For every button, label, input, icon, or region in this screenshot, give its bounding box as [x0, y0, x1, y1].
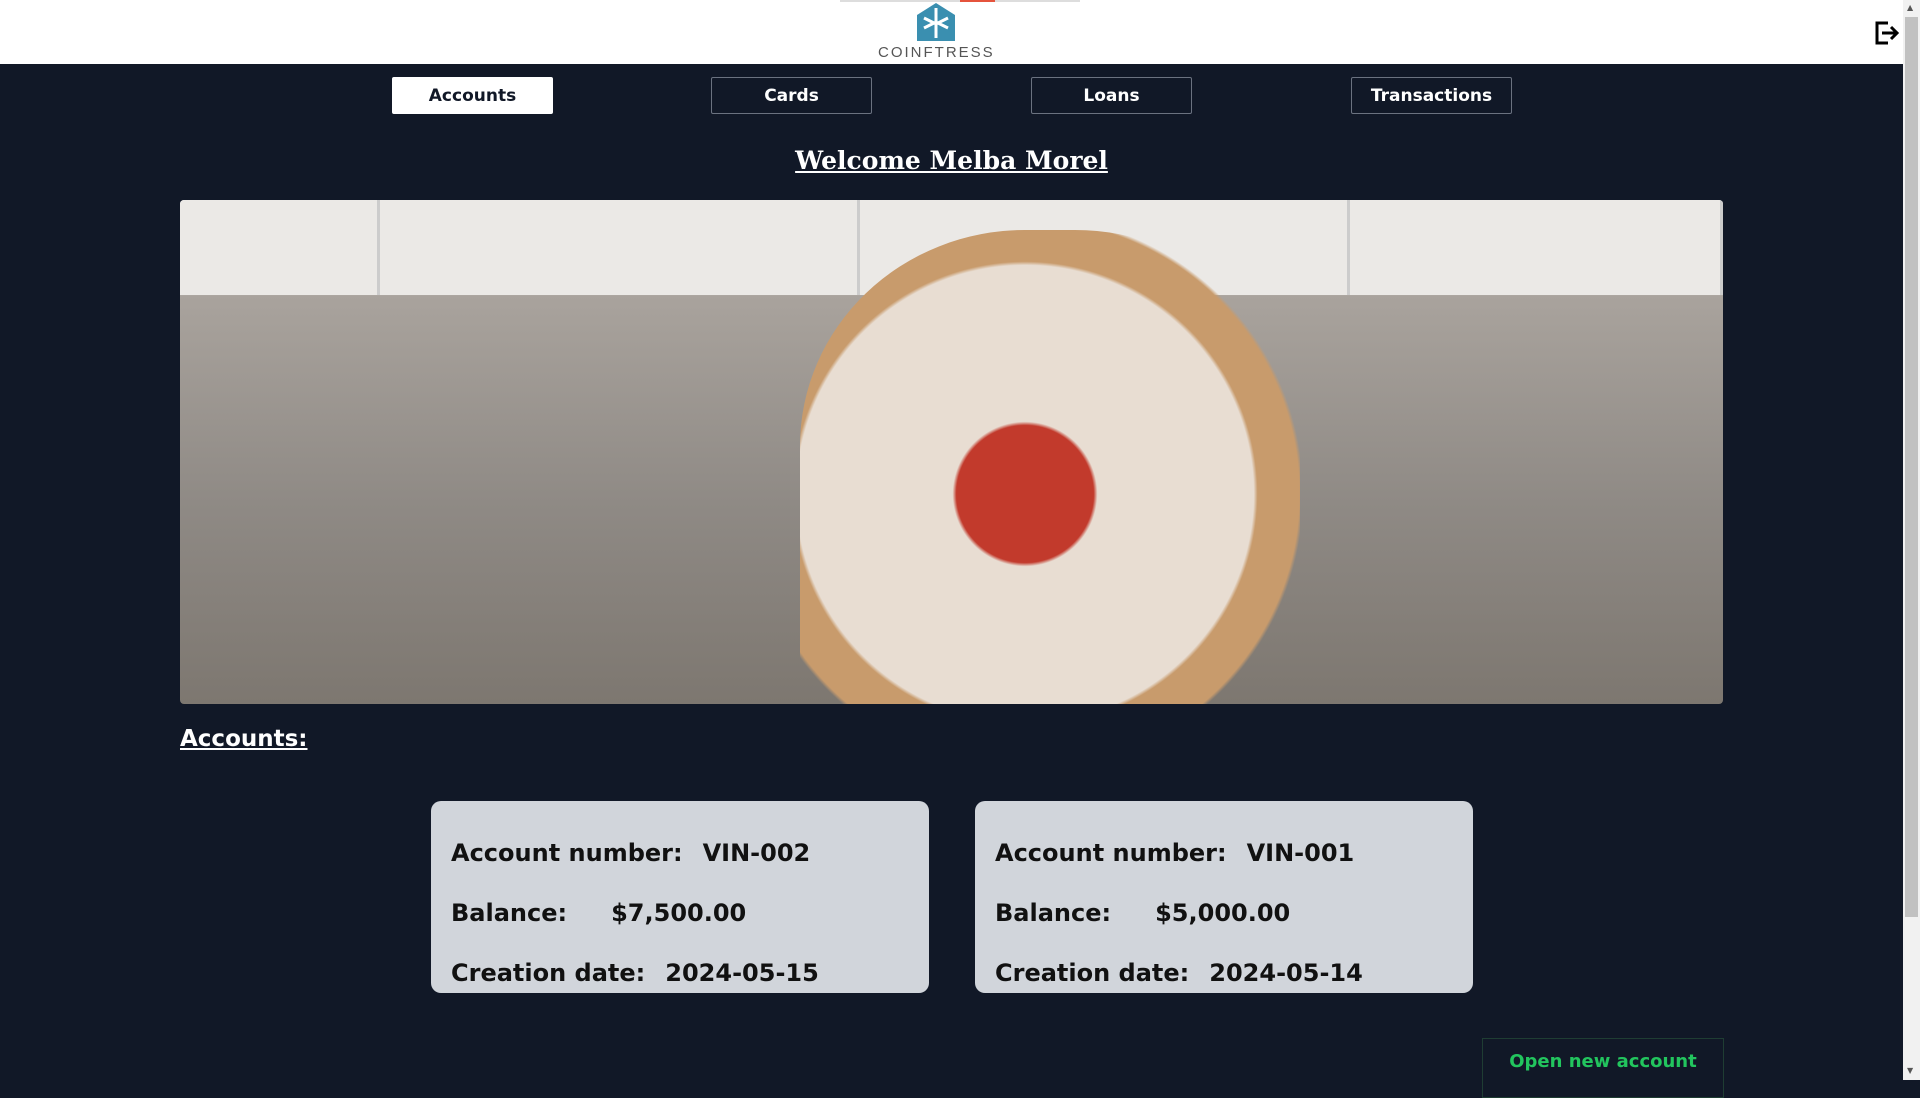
balance-value: $5,000.00 — [1155, 899, 1291, 927]
balance-label: Balance: — [995, 899, 1112, 927]
balance-label: Balance: — [451, 899, 568, 927]
account-number-label: Account number: — [451, 839, 683, 867]
brand-name: COINFTRESS — [878, 44, 995, 61]
scrollbar-thumb[interactable] — [1905, 17, 1918, 917]
account-card[interactable]: Account number: VIN-001 Balance: $5,000.00… — [975, 801, 1473, 993]
balance-value: $7,500.00 — [611, 899, 747, 927]
creation-date: 2024-05-15 — [665, 959, 819, 987]
account-number: VIN-001 — [1246, 839, 1355, 867]
account-number: VIN-002 — [702, 839, 811, 867]
scroll-up-icon[interactable]: ▲ — [1907, 3, 1913, 12]
welcome-title: Welcome Melba Morel — [795, 146, 1108, 175]
scrollbar[interactable]: ▲ ▼ — [1903, 0, 1920, 1080]
accounts-heading: Accounts: — [180, 726, 308, 752]
open-new-account-button[interactable]: Open new account — [1482, 1038, 1724, 1098]
tab-accounts[interactable]: Accounts — [392, 77, 553, 114]
hero-image — [180, 200, 1723, 704]
account-card[interactable]: Account number: VIN-002 Balance: $7,500.00… — [431, 801, 929, 993]
creation-date-label: Creation date: — [451, 959, 646, 987]
scroll-down-icon[interactable]: ▼ — [1907, 1066, 1913, 1075]
creation-date-label: Creation date: — [995, 959, 1190, 987]
tab-cards[interactable]: Cards — [711, 77, 872, 114]
logout-icon[interactable] — [1874, 20, 1900, 46]
creation-date: 2024-05-14 — [1209, 959, 1363, 987]
tab-transactions[interactable]: Transactions — [1351, 77, 1512, 114]
logo-icon — [917, 3, 955, 41]
account-number-label: Account number: — [995, 839, 1227, 867]
tab-loans[interactable]: Loans — [1031, 77, 1192, 114]
app-header: COINFTRESS — [0, 0, 1903, 64]
brand-logo[interactable]: COINFTRESS — [878, 2, 994, 61]
